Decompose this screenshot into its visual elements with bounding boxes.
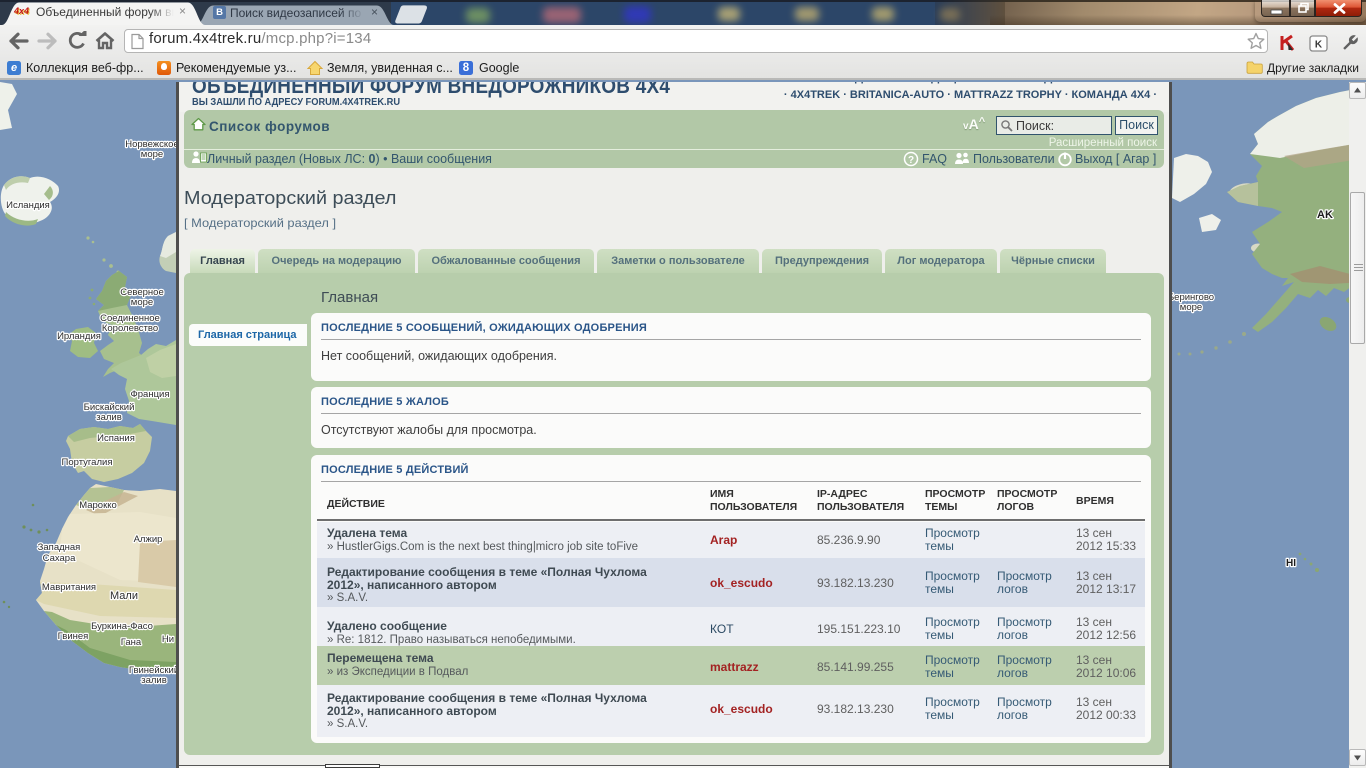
svg-text:море: море [141, 149, 163, 160]
svg-text:Португалия: Португалия [62, 457, 113, 468]
svg-text:море: море [131, 297, 153, 308]
svg-text:Испания: Испания [97, 433, 135, 444]
svg-text:?: ? [908, 155, 914, 166]
svg-text:AK: AK [1317, 209, 1333, 221]
svg-text:Марокко: Марокко [79, 500, 117, 511]
svg-text:Мали: Мали [110, 590, 138, 602]
svg-text:K: K [1315, 40, 1323, 51]
svg-text:Гвинея: Гвинея [58, 631, 89, 642]
svg-text:залив: залив [141, 675, 167, 686]
svg-text:Буркина-Фасо: Буркина-Фасо [91, 621, 153, 632]
svg-text:Ни: Ни [162, 634, 174, 645]
svg-text:море: море [1180, 302, 1202, 313]
svg-text:Франция: Франция [131, 389, 170, 400]
svg-text:Алжир: Алжир [134, 534, 163, 545]
svg-text:залив: залив [96, 412, 122, 423]
svg-text:HI: HI [1286, 558, 1296, 569]
svg-text:Гана: Гана [121, 637, 142, 648]
svg-text:Западная: Западная [38, 542, 81, 553]
svg-text:Сахара: Сахара [43, 553, 76, 564]
svg-text:Ирландия: Ирландия [57, 331, 101, 342]
svg-text:Королевство: Королевство [102, 323, 158, 334]
svg-text:Мавритания: Мавритания [42, 582, 96, 593]
svg-text:Исландия: Исландия [6, 200, 50, 211]
